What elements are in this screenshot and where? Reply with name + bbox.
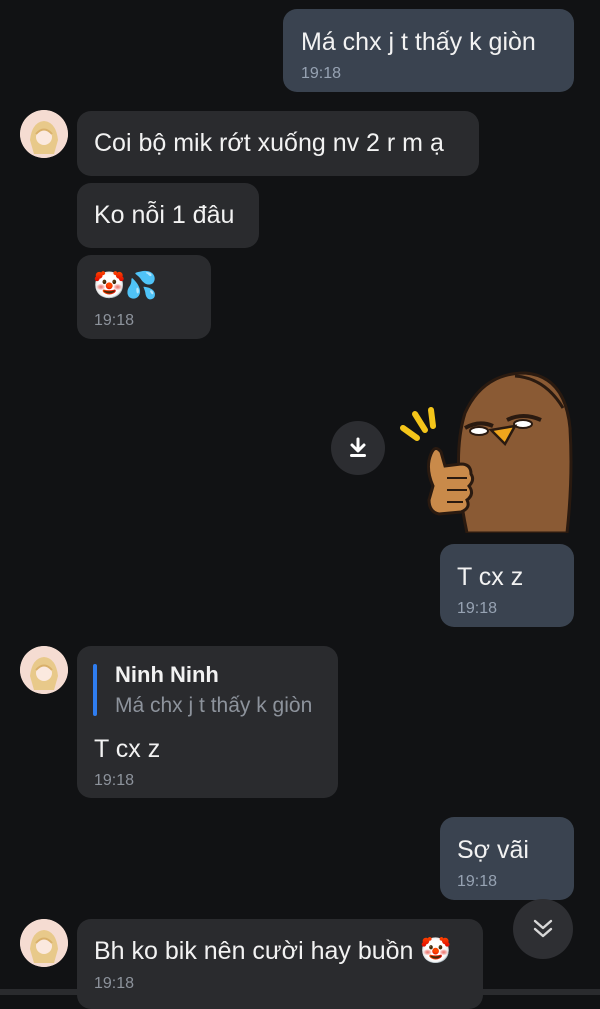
outgoing-message[interactable]: T cx z 19:18 [440,544,574,627]
quote-text: Má chx j t thấy k giòn [115,694,313,717]
message-time: 19:18 [94,772,135,789]
incoming-reply-message[interactable]: Ninh Ninh Má chx j t thấy k giòn T cx z … [77,646,338,798]
message-text: T cx z [457,563,524,591]
download-button[interactable] [331,421,385,475]
sticker-image [400,371,573,535]
incoming-message[interactable]: Bh ko bik nên cười hay buồn 🤡 19:18 [77,919,483,1009]
message-text: Sợ vãi [457,836,529,864]
incoming-message[interactable]: Ko nỗi 1 đâu [77,183,259,248]
avatar[interactable] [20,646,68,694]
scroll-to-bottom-button[interactable] [513,899,573,959]
message-text: T cx z [94,735,161,763]
download-icon [350,437,366,457]
avatar-illustration [20,110,68,158]
avatar-illustration [20,646,68,694]
quote-author: Ninh Ninh [115,662,219,687]
message-time: 19:18 [301,65,342,82]
thumbs-up-bird-sticker[interactable] [395,368,575,535]
outgoing-message[interactable]: Má chx j t thấy k giòn 19:18 [283,9,574,92]
quote-accent-bar [93,664,97,716]
message-text: Má chx j t thấy k giòn [301,28,536,56]
message-time: 19:18 [457,600,498,617]
message-text: Bh ko bik nên cười hay buồn 🤡 [94,937,452,965]
avatar[interactable] [20,110,68,158]
message-time: 19:18 [457,873,498,890]
avatar[interactable] [20,919,68,967]
avatar-illustration [20,919,68,967]
message-text: Ko nỗi 1 đâu [94,201,235,229]
incoming-message[interactable]: Coi bộ mik rớt xuống nv 2 r m ạ [77,111,479,176]
message-time: 19:18 [94,312,135,329]
bottom-edge [0,989,600,995]
incoming-message[interactable]: 🤡💦 19:18 [77,255,211,339]
message-text: Coi bộ mik rớt xuống nv 2 r m ạ [94,129,444,157]
double-chevron-down-icon [533,919,553,938]
outgoing-message[interactable]: Sợ vãi 19:18 [440,817,574,900]
message-emoji: 🤡💦 [93,271,158,301]
